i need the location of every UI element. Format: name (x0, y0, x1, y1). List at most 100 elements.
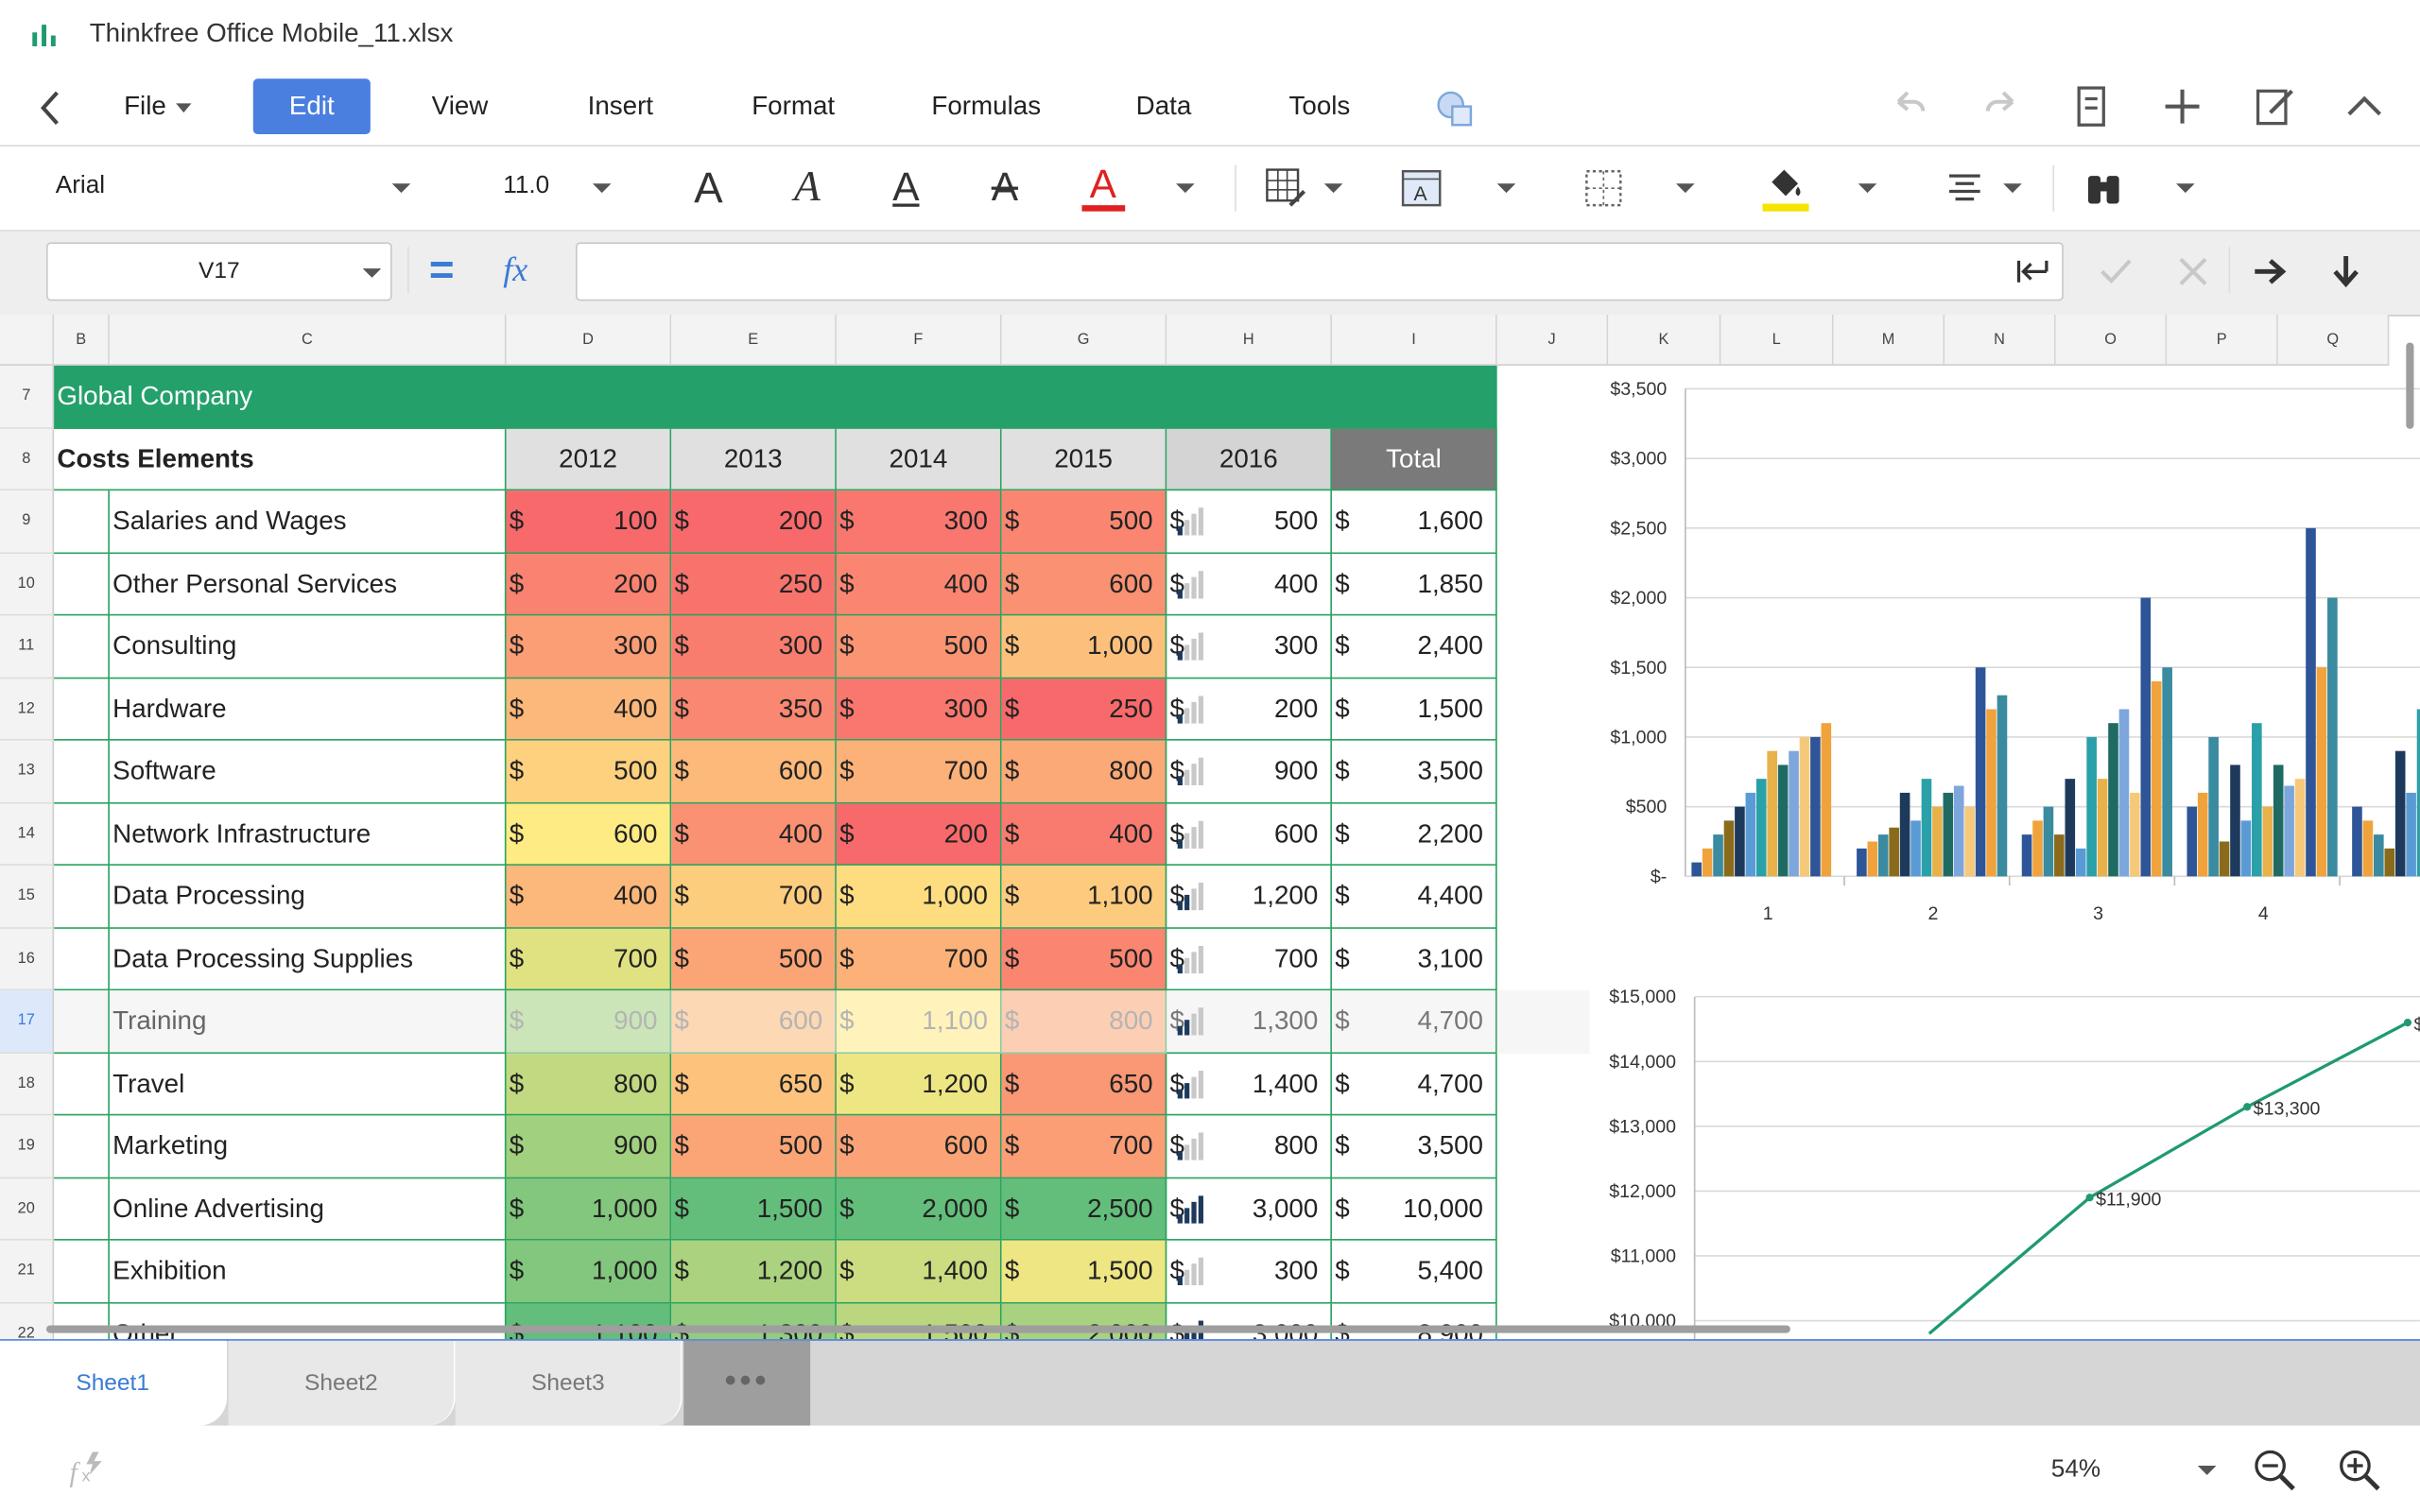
total-cell[interactable]: $1,850 (1331, 553, 1497, 616)
edit-note-icon[interactable] (2252, 83, 2298, 129)
row-header-7[interactable]: 7 (0, 365, 55, 429)
find-dropdown[interactable] (2170, 146, 2202, 229)
arrow-right-icon[interactable] (2250, 251, 2290, 291)
cell-b[interactable] (54, 678, 110, 741)
row-label-cell[interactable]: Other (110, 1302, 507, 1340)
font-name-select[interactable]: Arial (34, 146, 439, 229)
value-cell[interactable]: $400 (836, 553, 1002, 616)
cell-b[interactable] (54, 1177, 110, 1241)
value-cell[interactable]: $100 (506, 490, 672, 554)
cell-b[interactable] (54, 1115, 110, 1178)
value-cell[interactable]: $400 (506, 678, 672, 741)
find-icon[interactable] (2078, 146, 2131, 229)
row-label-cell[interactable]: Network Infrastructure (109, 802, 507, 866)
value-cell[interactable]: $200 (671, 490, 837, 554)
row-header-21[interactable]: 21 (0, 1240, 55, 1303)
row-label-cell[interactable]: Exhibition (109, 1240, 507, 1303)
row-label-cell[interactable]: Salaries and Wages (109, 490, 507, 554)
value-cell[interactable]: $300 (506, 615, 672, 679)
column-header-j[interactable]: J (1496, 315, 1609, 366)
menu-insert[interactable]: Insert (571, 78, 669, 134)
formula-icon[interactable]: fx (65, 1447, 109, 1490)
zoom-select[interactable]: 54% (2025, 1426, 2225, 1512)
menu-file[interactable]: File (112, 78, 204, 134)
column-header-b[interactable]: B (54, 315, 110, 366)
line-chart[interactable]: $15,000$14,000$13,000$12,000$11,000$10,0… (1574, 978, 2420, 1340)
column-header-k[interactable]: K (1608, 315, 1721, 366)
column-header-n[interactable]: N (1945, 315, 2056, 366)
cell-b[interactable] (54, 740, 110, 803)
value-cell[interactable]: $1,100 (1001, 865, 1167, 929)
row-header-12[interactable]: 12 (0, 678, 55, 741)
value-cell[interactable]: $1,000 (506, 1177, 672, 1241)
value-cell[interactable]: $1,500 (1001, 1240, 1167, 1303)
row-label-cell[interactable]: Software (109, 740, 507, 803)
row-header-16[interactable]: 16 (0, 928, 55, 991)
cell-b[interactable] (54, 615, 110, 679)
value-cell[interactable]: $2,500 (1001, 1177, 1167, 1241)
add-icon[interactable] (2159, 83, 2205, 129)
costs-elements-header[interactable]: Costs Elements (54, 428, 507, 491)
equals-icon[interactable]: = (429, 246, 455, 295)
column-header-h[interactable]: H (1167, 315, 1332, 366)
value-cell[interactable]: $800 (506, 1053, 672, 1116)
value-cell[interactable]: $200 (1167, 678, 1332, 741)
formula-input[interactable] (575, 242, 2064, 301)
cell-border-dropdown[interactable] (1670, 146, 1702, 229)
total-cell[interactable]: $2,400 (1331, 615, 1497, 679)
value-cell[interactable]: $400 (671, 802, 837, 866)
value-cell[interactable]: $1,300 (1167, 990, 1332, 1054)
total-cell[interactable]: $10,000 (1331, 1177, 1497, 1241)
bold-icon[interactable]: A (679, 146, 737, 229)
font-color-icon[interactable]: A (1074, 146, 1132, 229)
table-borders-dropdown[interactable] (1318, 146, 1349, 229)
value-cell[interactable]: $600 (1167, 802, 1332, 866)
value-cell[interactable]: $700 (836, 740, 1002, 803)
total-cell[interactable]: $3,100 (1331, 928, 1497, 991)
value-cell[interactable]: $1,500 (671, 1177, 837, 1241)
menu-tools[interactable]: Tools (1271, 78, 1367, 134)
cell-b[interactable] (54, 1053, 110, 1116)
value-cell[interactable]: $500 (1167, 490, 1332, 554)
row-label-cell[interactable]: Other Personal Services (109, 553, 507, 616)
value-cell[interactable]: $600 (506, 802, 672, 866)
cell-b[interactable] (54, 490, 110, 554)
menu-edit[interactable]: Edit (252, 78, 371, 135)
total-header[interactable]: Total (1331, 428, 1497, 491)
underline-icon[interactable]: A (876, 146, 935, 229)
enter-icon[interactable] (2015, 256, 2049, 287)
row-header-8[interactable]: 8 (0, 428, 55, 491)
shapes-icon[interactable] (1432, 86, 1476, 129)
align-dropdown[interactable] (1997, 146, 2029, 229)
cell-b[interactable] (54, 802, 110, 866)
value-cell[interactable]: $700 (506, 928, 672, 991)
font-size-select[interactable]: 11.0 (485, 146, 624, 229)
table-borders-icon[interactable] (1259, 146, 1312, 229)
tab-sheet2[interactable]: Sheet2 (228, 1340, 456, 1426)
value-cell[interactable]: $1,400 (1167, 1053, 1332, 1116)
value-cell[interactable]: $1,000 (506, 1240, 672, 1303)
value-cell[interactable]: $800 (1001, 740, 1167, 803)
value-cell[interactable]: $300 (836, 490, 1002, 554)
arrow-down-icon[interactable] (2325, 251, 2365, 291)
italic-icon[interactable]: A (778, 146, 837, 229)
value-cell[interactable]: $700 (1001, 1115, 1167, 1178)
row-label-cell[interactable]: Online Advertising (109, 1177, 507, 1241)
value-cell[interactable]: $800 (1001, 990, 1167, 1054)
value-cell[interactable]: $650 (671, 1053, 837, 1116)
row-label-cell[interactable]: Travel (109, 1053, 507, 1116)
zoom-out-icon[interactable] (2252, 1447, 2298, 1493)
value-cell[interactable]: $1,200 (671, 1240, 837, 1303)
value-cell[interactable]: $3,000 (1167, 1177, 1332, 1241)
text-box-dropdown[interactable] (1491, 146, 1522, 229)
value-cell[interactable]: $600 (671, 990, 837, 1054)
value-cell[interactable]: $500 (671, 928, 837, 991)
value-cell[interactable]: $1,300 (671, 1302, 837, 1340)
column-header-c[interactable]: C (109, 315, 507, 366)
row-header-19[interactable]: 19 (0, 1115, 55, 1178)
cell-b[interactable] (54, 553, 110, 616)
value-cell[interactable]: $1,200 (836, 1053, 1002, 1116)
value-cell[interactable]: $500 (506, 740, 672, 803)
redo-icon[interactable] (1979, 83, 2025, 129)
value-cell[interactable]: $200 (836, 802, 1002, 866)
